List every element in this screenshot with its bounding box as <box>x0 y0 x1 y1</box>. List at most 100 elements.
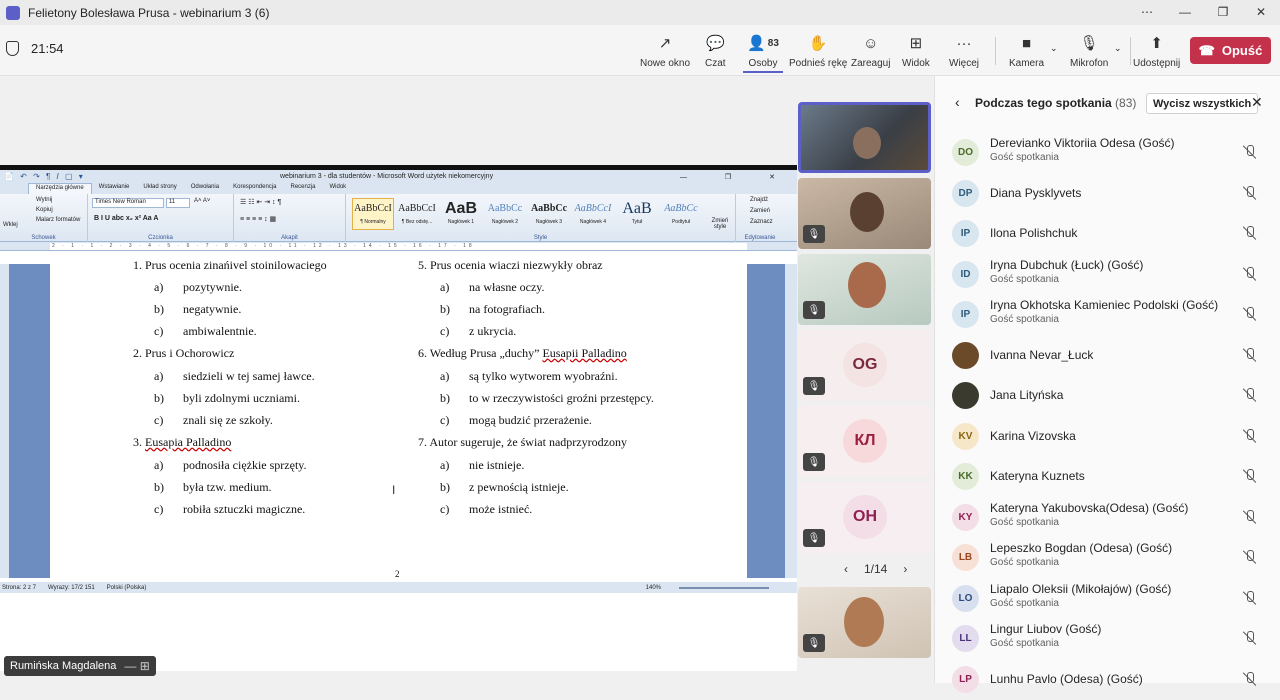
mic-off-icon[interactable] <box>1242 468 1258 484</box>
participant-row[interactable]: LP Lunhu Pavlo (Odesa) (Gość) <box>935 660 1280 700</box>
style-heading-1[interactable]: AaB Nagłówek 1 <box>440 198 482 230</box>
replace-button[interactable]: Zamień <box>750 208 770 214</box>
select-button[interactable]: Zaznacz <box>750 219 773 225</box>
style-heading-2[interactable]: AaBbCc Nagłówek 2 <box>484 198 526 230</box>
microphone-button[interactable]: 🎙 Mikrofon <box>1070 33 1108 69</box>
participant-row[interactable]: IP Ilona Polishchuk <box>935 214 1280 254</box>
change-styles-button[interactable]: Zmień style <box>707 218 733 230</box>
format-painter-button[interactable]: Malarz formatów <box>36 217 80 223</box>
tab-insert[interactable]: Wstawianie <box>92 183 137 194</box>
q1-option-a: a) pozytywnie. <box>154 280 242 295</box>
new-window-button[interactable]: ↗ Nowe okno <box>640 33 690 69</box>
document-page[interactable]: 1. Prus ocenia zinańivel stoinilowaciego… <box>50 258 747 579</box>
raise-hand-button[interactable]: ✋ Podnieś rękę <box>789 33 847 69</box>
participant-row[interactable]: KV Karina Vizovska <box>935 417 1280 457</box>
style-heading-4[interactable]: AaBbCcI Nagłówek 4 <box>572 198 614 230</box>
style-subtitle[interactable]: AaBbCc Podtytuł <box>660 198 702 230</box>
mic-off-icon[interactable] <box>1242 671 1258 687</box>
participant-row[interactable]: IP Iryna Okhotska Kamieniec Podolski (Goś… <box>935 295 1280 335</box>
camera-chevron-down-icon[interactable]: ⌄ <box>1050 43 1058 54</box>
chevron-left-icon[interactable]: ‹ <box>955 94 960 110</box>
mic-off-icon[interactable] <box>1242 630 1258 646</box>
mic-off-icon[interactable] <box>1242 590 1258 606</box>
word-count[interactable]: Wyrazy: 17/2 151 <box>48 585 95 591</box>
mic-off-icon[interactable] <box>1242 428 1258 444</box>
maximize-button[interactable]: ❐ <box>1204 0 1242 25</box>
video-tile[interactable]: 🎙 <box>798 587 931 658</box>
align-buttons[interactable]: ≡ ≡ ≡ ≡ ↕ ▦ <box>240 215 276 223</box>
zoom-control[interactable]: 140% <box>646 585 781 591</box>
mic-off-icon[interactable] <box>1242 347 1258 363</box>
vertical-scrollbar[interactable] <box>785 264 797 578</box>
font-style-buttons[interactable]: B I U abc x₂ x² Aa A <box>94 215 158 222</box>
page-count[interactable]: Strona: 2 z 7 <box>2 585 36 591</box>
list-buttons[interactable]: ☰ ☷ ⇤ ⇥ ↕ ¶ <box>240 198 281 206</box>
close-window-button[interactable]: ✕ <box>1242 0 1280 25</box>
more-button[interactable]: ··· Więcej <box>949 33 979 70</box>
participant-row[interactable]: LO Liapalo Oleksii (Mikołajów) (Gość) Gość… <box>935 579 1280 619</box>
video-tile[interactable]: OG 🎙 <box>798 330 931 401</box>
participant-row[interactable]: DO Derevianko Viktoriia Odesa (Gość) Gość … <box>935 133 1280 173</box>
mic-off-icon[interactable] <box>1242 266 1258 282</box>
tab-mailings[interactable]: Korespondencja <box>226 183 283 194</box>
video-tile[interactable] <box>798 102 931 173</box>
minimize-button[interactable]: — <box>1166 0 1204 25</box>
participant-row[interactable]: DP Diana Pysklyvets <box>935 174 1280 214</box>
quick-access-toolbar[interactable]: 📄 ↶ ↷ ¶ 𝐼 ▢ ▾ <box>4 172 85 182</box>
tab-layout[interactable]: Układ strony <box>136 183 183 194</box>
font-size-select[interactable]: 11 <box>166 198 190 208</box>
mic-off-icon[interactable] <box>1242 306 1258 322</box>
chevron-right-icon[interactable]: › <box>903 562 907 576</box>
participant-row[interactable]: LL Lingur Liubov (Gość) Gość spotkania <box>935 619 1280 659</box>
find-button[interactable]: Znajdź <box>750 197 768 203</box>
more-options-icon[interactable]: ⋯ <box>1128 0 1166 25</box>
chat-button[interactable]: 💬 Czat <box>705 33 726 69</box>
react-button[interactable]: ☺ Zareaguj <box>851 33 890 70</box>
video-tile[interactable]: 🎙 <box>798 254 931 325</box>
people-button[interactable]: 👤 83 Osoby <box>743 33 783 73</box>
participant-row[interactable]: KY Kateryna Yakubovska(Odesa) (Gość) Gość … <box>935 498 1280 538</box>
tab-references[interactable]: Odwołania <box>184 183 226 194</box>
zoom-slider[interactable] <box>679 586 769 589</box>
share-button[interactable]: ⬆ Udostępnij <box>1133 33 1180 69</box>
mute-all-button[interactable]: Wycisz wszystkich <box>1146 93 1259 114</box>
leave-button[interactable]: ☎ Opuść <box>1190 37 1271 64</box>
mic-off-icon[interactable] <box>1242 144 1258 160</box>
mic-chevron-down-icon[interactable]: ⌄ <box>1114 43 1122 54</box>
participant-row[interactable]: ID Iryna Dubchuk (Łuck) (Gość) Gość spotka… <box>935 255 1280 295</box>
participant-row[interactable]: Ivanna Nevar_Łuck <box>935 336 1280 376</box>
mic-off-icon[interactable] <box>1242 225 1258 241</box>
video-tile[interactable]: КЛ 🎙 <box>798 406 931 477</box>
participant-row[interactable]: LB Lepeszko Bogdan (Odesa) (Gość) Gość spo… <box>935 538 1280 578</box>
avatar: LP <box>952 665 979 693</box>
chevron-left-icon[interactable]: ‹ <box>844 562 848 576</box>
video-tile[interactable]: ОН 🎙 <box>798 482 931 553</box>
tab-home[interactable]: Narzędzia główne <box>28 183 92 194</box>
participant-row[interactable]: KK Kateryna Kuznets <box>935 457 1280 497</box>
close-icon[interactable]: ✕ <box>1251 94 1263 111</box>
mic-off-icon[interactable] <box>1242 509 1258 525</box>
mic-off-icon[interactable] <box>1242 549 1258 565</box>
style-title[interactable]: AaB Tytuł <box>616 198 658 230</box>
tab-view[interactable]: Widok <box>323 183 354 194</box>
paste-button[interactable]: Wklej <box>3 222 18 228</box>
copy-button[interactable]: Kopiuj <box>36 207 53 213</box>
font-name-select[interactable]: Times New Roman <box>92 198 164 208</box>
presenter-controls[interactable]: — ⊞ <box>124 659 149 673</box>
video-tile[interactable]: 🎙 <box>798 178 931 249</box>
avatar: IP <box>952 220 979 247</box>
participant-name: Lunhu Pavlo (Odesa) (Gość) <box>990 671 1143 686</box>
font-grow-shrink[interactable]: A˄ A˅ <box>194 198 210 204</box>
tab-review[interactable]: Recenzja <box>283 183 322 194</box>
mic-off-icon[interactable] <box>1242 387 1258 403</box>
cut-button[interactable]: Wytnij <box>36 197 52 203</box>
participant-row[interactable]: Jana Lityńska <box>935 376 1280 416</box>
view-button[interactable]: ⊞ Widok <box>902 33 930 69</box>
style-heading-3[interactable]: AaBbCc Nagłówek 3 <box>528 198 570 230</box>
style-no-spacing[interactable]: AaBbCcI ¶ Bez odstę... <box>396 198 438 230</box>
camera-button[interactable]: ■ Kamera <box>1009 33 1044 70</box>
mic-off-icon[interactable] <box>1242 185 1258 201</box>
word-window-controls[interactable]: — ❐ ✕ <box>680 173 793 181</box>
language[interactable]: Polski (Polska) <box>107 585 147 591</box>
style-normal[interactable]: AaBbCcI ¶ Normalny <box>352 198 394 230</box>
